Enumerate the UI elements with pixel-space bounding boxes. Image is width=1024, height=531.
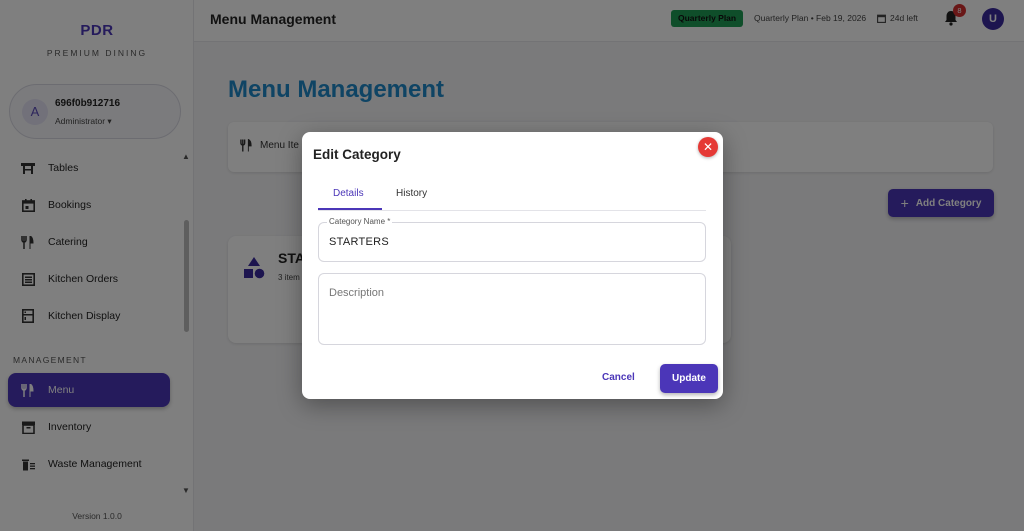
tab-details[interactable]: Details xyxy=(333,188,364,199)
description-placeholder: Description xyxy=(329,287,385,299)
tab-history[interactable]: History xyxy=(396,188,427,199)
category-name-value: STARTERS xyxy=(329,236,390,248)
cancel-button[interactable]: Cancel xyxy=(602,372,635,383)
edit-category-dialog: Edit Category ✕ Details History Category… xyxy=(302,132,723,399)
active-tab-indicator xyxy=(318,208,382,210)
dialog-tabs: Details History xyxy=(318,180,706,211)
update-button[interactable]: Update xyxy=(660,364,718,393)
dialog-title: Edit Category xyxy=(313,147,401,162)
category-name-field[interactable]: Category Name * STARTERS xyxy=(318,217,706,262)
close-icon[interactable]: ✕ xyxy=(698,137,718,157)
description-field[interactable]: Description xyxy=(318,273,706,345)
category-name-label: Category Name * xyxy=(327,217,393,226)
